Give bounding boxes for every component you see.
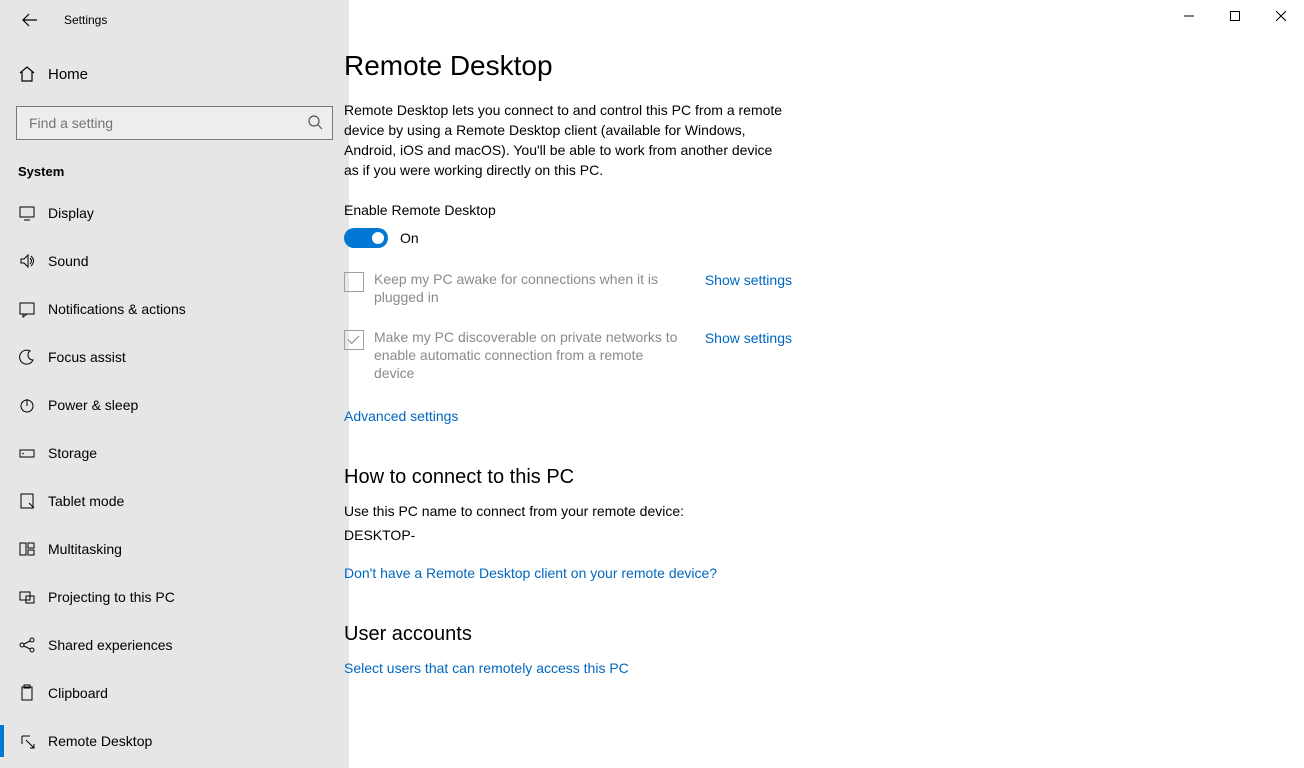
window-controls	[1166, 0, 1304, 32]
keep-awake-checkbox[interactable]	[344, 272, 364, 292]
storage-icon	[18, 444, 36, 462]
remote-desktop-icon	[18, 732, 36, 750]
toggle-state-label: On	[400, 230, 419, 246]
keep-awake-label: Keep my PC awake for connections when it…	[374, 270, 687, 306]
close-icon	[1276, 11, 1286, 21]
page-title: Remote Desktop	[344, 50, 1010, 82]
sidebar-item-notifications[interactable]: Notifications & actions	[0, 285, 349, 333]
projecting-icon	[18, 588, 36, 606]
discoverable-label: Make my PC discoverable on private netwo…	[374, 328, 687, 382]
sidebar-item-sound[interactable]: Sound	[0, 237, 349, 285]
connect-description: Use this PC name to connect from your re…	[344, 503, 1010, 519]
sound-icon	[18, 252, 36, 270]
shared-icon	[18, 636, 36, 654]
app-title: Settings	[64, 13, 107, 27]
minimize-button[interactable]	[1166, 0, 1212, 32]
maximize-icon	[1230, 11, 1240, 21]
sidebar-home-label: Home	[48, 66, 88, 83]
sidebar-item-label: Tablet mode	[48, 493, 124, 509]
sidebar-item-label: Focus assist	[48, 349, 126, 365]
sidebar-item-label: Clipboard	[48, 685, 108, 701]
sidebar-item-label: Remote Desktop	[48, 733, 152, 749]
pc-name: DESKTOP-	[344, 527, 1010, 543]
tablet-icon	[18, 492, 36, 510]
select-users-link[interactable]: Select users that can remotely access th…	[344, 660, 629, 676]
multitasking-icon	[18, 540, 36, 558]
arrow-left-icon	[22, 12, 38, 28]
sidebar-item-label: Notifications & actions	[48, 301, 186, 317]
sidebar-item-multitasking[interactable]: Multitasking	[0, 525, 349, 573]
focus-assist-icon	[18, 348, 36, 366]
sidebar-item-label: Sound	[48, 253, 88, 269]
sidebar-item-clipboard[interactable]: Clipboard	[0, 669, 349, 717]
settings-sidebar: Settings Home System Display	[0, 0, 349, 768]
sidebar-item-label: Projecting to this PC	[48, 589, 175, 605]
sidebar-item-label: Power & sleep	[48, 397, 138, 413]
search-field[interactable]	[16, 106, 333, 140]
page-description: Remote Desktop lets you connect to and c…	[344, 100, 789, 180]
clipboard-icon	[18, 684, 36, 702]
sidebar-item-projecting[interactable]: Projecting to this PC	[0, 573, 349, 621]
sidebar-item-label: Multitasking	[48, 541, 122, 557]
close-button[interactable]	[1258, 0, 1304, 32]
search-input[interactable]	[16, 106, 333, 140]
power-icon	[18, 396, 36, 414]
how-to-connect-heading: How to connect to this PC	[344, 466, 1010, 489]
sidebar-item-power-sleep[interactable]: Power & sleep	[0, 381, 349, 429]
sidebar-category: System	[0, 146, 349, 189]
maximize-button[interactable]	[1212, 0, 1258, 32]
sidebar-item-label: Shared experiences	[48, 637, 173, 653]
home-icon	[18, 65, 36, 83]
user-accounts-heading: User accounts	[344, 623, 1010, 646]
discoverable-checkbox[interactable]	[344, 330, 364, 350]
toggle-knob	[372, 232, 384, 244]
sidebar-item-shared-experiences[interactable]: Shared experiences	[0, 621, 349, 669]
discoverable-show-settings[interactable]: Show settings	[705, 330, 792, 346]
sidebar-item-tablet-mode[interactable]: Tablet mode	[0, 477, 349, 525]
sidebar-item-storage[interactable]: Storage	[0, 429, 349, 477]
main-panel: Remote Desktop Remote Desktop lets you c…	[349, 0, 1304, 768]
enable-remote-desktop-toggle[interactable]	[344, 228, 388, 248]
advanced-settings-link[interactable]: Advanced settings	[344, 408, 458, 424]
notifications-icon	[18, 300, 36, 318]
minimize-icon	[1184, 11, 1194, 21]
enable-remote-desktop-label: Enable Remote Desktop	[344, 202, 1010, 218]
sidebar-item-label: Storage	[48, 445, 97, 461]
sidebar-item-label: Display	[48, 205, 94, 221]
sidebar-home[interactable]: Home	[0, 52, 349, 96]
no-client-link[interactable]: Don't have a Remote Desktop client on yo…	[344, 565, 717, 581]
back-button[interactable]	[18, 8, 42, 32]
sidebar-item-display[interactable]: Display	[0, 189, 349, 237]
sidebar-nav: Display Sound Notifications & actions Fo…	[0, 189, 349, 768]
sidebar-item-focus-assist[interactable]: Focus assist	[0, 333, 349, 381]
sidebar-item-remote-desktop[interactable]: Remote Desktop	[0, 717, 349, 765]
keep-awake-show-settings[interactable]: Show settings	[705, 272, 792, 288]
display-icon	[18, 204, 36, 222]
